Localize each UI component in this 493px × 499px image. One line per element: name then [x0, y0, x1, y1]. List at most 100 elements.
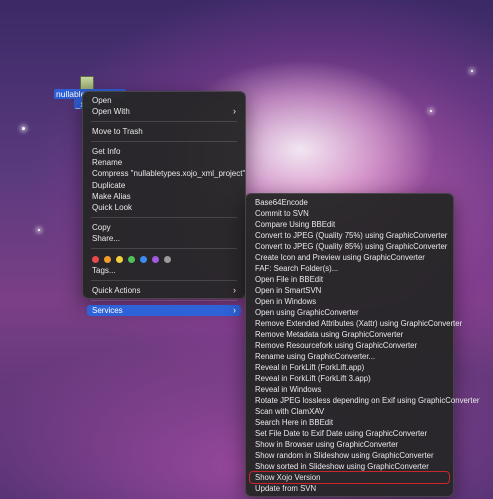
services-item[interactable]: Set File Date to Exif Date using Graphic…	[250, 428, 449, 439]
menu-separator	[91, 121, 237, 123]
services-item-label: Show in Browser using GraphicConverter	[255, 440, 399, 449]
services-item-label: Open using GraphicConverter	[255, 308, 359, 317]
services-item[interactable]: Compare Using BBEdit	[250, 219, 449, 230]
services-submenu: Base64Encode Commit to SVN Compare Using B…	[245, 193, 480, 497]
services-item-label: Convert to JPEG (Quality 75%) using Grap…	[255, 231, 448, 240]
services-item-label: Compare Using BBEdit	[255, 220, 336, 229]
menu-item-label: Quick Look	[92, 202, 133, 212]
menu-item-label: Tags...	[92, 266, 116, 276]
menu-item-quick-actions[interactable]: Quick Actions ›	[87, 285, 241, 296]
services-item-label: Show sorted in Slideshow using GraphicCo…	[255, 462, 429, 471]
services-item-label: Open in Windows	[255, 297, 317, 306]
services-item-label: Rotate JPEG lossless depending on Exif u…	[255, 396, 480, 405]
menu-item-tags[interactable]: Tags...	[87, 265, 241, 276]
services-item-label: Remove Resourcefork using GraphicConvert…	[255, 341, 418, 350]
services-item[interactable]: Rotate JPEG lossless depending on Exif u…	[250, 395, 480, 406]
services-item[interactable]: Remove Metadata using GraphicConverter	[250, 329, 449, 340]
services-item[interactable]: Open in Windows	[250, 296, 449, 307]
chevron-right-icon: ›	[233, 305, 236, 316]
services-item[interactable]: Convert to JPEG (Quality 85%) using Grap…	[250, 241, 449, 252]
services-item[interactable]: Reveal in ForkLift (ForkLift.app)	[250, 362, 449, 373]
menu-item-label: Services	[92, 306, 123, 316]
services-item-label: Update from SVN	[255, 484, 317, 493]
services-item-label: Set File Date to Exif Date using Graphic…	[255, 429, 428, 438]
chevron-right-icon: ›	[233, 106, 236, 117]
menu-item-label: Get Info	[92, 147, 121, 157]
tag-color-dot[interactable]	[152, 255, 159, 263]
services-item[interactable]: Base64Encode	[250, 197, 449, 208]
services-item-label: Show random in Slideshow using GraphicCo…	[255, 451, 434, 460]
menu-item-make-alias[interactable]: Make Alias	[87, 191, 241, 202]
menu-item-label: Make Alias	[92, 191, 131, 201]
services-item[interactable]: Reveal in Windows	[250, 384, 449, 395]
tag-color-dot[interactable]	[116, 255, 123, 263]
services-item[interactable]: Convert to JPEG (Quality 75%) using Grap…	[250, 230, 449, 241]
services-item-label: Create Icon and Preview using GraphicCon…	[255, 253, 425, 262]
services-item-label: Remove Metadata using GraphicConverter	[255, 330, 404, 339]
menu-item-label: Quick Actions	[92, 286, 141, 296]
chevron-right-icon: ›	[233, 285, 236, 296]
services-item-label: Open in SmartSVN	[255, 286, 322, 295]
services-item[interactable]: FAF: Search Folder(s)...	[250, 263, 449, 274]
menu-item-services[interactable]: Services ›	[87, 305, 241, 317]
services-item[interactable]: Open in SmartSVN	[250, 285, 449, 296]
menu-item-open-with[interactable]: Open With ›	[87, 106, 241, 117]
menu-item-compress[interactable]: Compress "nullabletypes.xojo_xml_project…	[87, 168, 245, 179]
services-item-label: Open File in BBEdit	[255, 275, 324, 284]
services-item-label: Reveal in ForkLift (ForkLift 3.app)	[255, 374, 371, 383]
tag-color-dot[interactable]	[104, 255, 111, 263]
menu-item-copy[interactable]: Copy	[87, 222, 241, 233]
services-item[interactable]: Search Here in BBEdit	[250, 417, 449, 428]
menu-item-move-to-trash[interactable]: Move to Trash	[87, 126, 241, 137]
services-item-label: FAF: Search Folder(s)...	[255, 264, 339, 273]
services-item[interactable]: Show random in Slideshow using GraphicCo…	[250, 450, 449, 461]
menu-item-label: Duplicate	[92, 180, 126, 190]
services-item[interactable]: Remove Resourcefork using GraphicConvert…	[250, 340, 449, 351]
services-item-label: Reveal in Windows	[255, 385, 322, 394]
services-item[interactable]: Open File in BBEdit	[250, 274, 449, 285]
star	[38, 229, 40, 231]
star	[22, 127, 25, 130]
tag-color-row	[87, 253, 241, 265]
services-item-label: Search Here in BBEdit	[255, 418, 334, 427]
services-item[interactable]: Show Xojo Version	[249, 471, 450, 484]
tag-color-dot[interactable]	[140, 255, 147, 263]
menu-separator	[91, 248, 237, 250]
services-item[interactable]: Show in Browser using GraphicConverter	[250, 439, 449, 450]
services-item-label: Convert to JPEG (Quality 85%) using Grap…	[255, 242, 448, 251]
services-item[interactable]: Open using GraphicConverter	[250, 307, 449, 318]
tag-color-dot[interactable]	[92, 255, 99, 263]
services-item[interactable]: Commit to SVN	[250, 208, 449, 219]
star	[430, 110, 432, 112]
services-item-label: Commit to SVN	[255, 209, 309, 218]
menu-item-label: Share...	[92, 233, 121, 243]
menu-item-quick-look[interactable]: Quick Look	[87, 202, 241, 213]
menu-item-label: Move to Trash	[92, 127, 143, 137]
menu-item-label: Copy	[92, 222, 111, 232]
menu-item-label: Open With	[92, 107, 130, 117]
tag-color-dot[interactable]	[128, 255, 135, 263]
services-item[interactable]: Reveal in ForkLift (ForkLift 3.app)	[250, 373, 449, 384]
services-item-label: Show Xojo Version	[255, 473, 321, 482]
services-item[interactable]: Remove Extended Attributes (Xattr) using…	[250, 318, 462, 329]
services-item[interactable]: Scan with ClamXAV	[250, 406, 449, 417]
menu-item-share[interactable]: Share...	[87, 233, 241, 244]
services-item[interactable]: Show sorted in Slideshow using GraphicCo…	[250, 461, 449, 472]
menu-separator	[91, 216, 237, 218]
menu-separator	[91, 300, 237, 302]
tag-color-dot[interactable]	[164, 255, 171, 263]
menu-item-rename[interactable]: Rename	[87, 157, 241, 168]
services-item-label: Reveal in ForkLift (ForkLift.app)	[255, 363, 365, 372]
menu-item-get-info[interactable]: Get Info	[87, 146, 241, 157]
services-item-label: Rename using GraphicConverter...	[255, 352, 376, 361]
menu-item-label: Rename	[92, 158, 123, 168]
services-item[interactable]: Update from SVN	[250, 483, 449, 494]
services-item[interactable]: Rename using GraphicConverter...	[250, 351, 449, 362]
menu-item-label: Open	[92, 96, 112, 105]
menu-item-duplicate[interactable]: Duplicate	[87, 180, 241, 191]
services-item-label: Remove Extended Attributes (Xattr) using…	[255, 319, 463, 328]
services-item[interactable]: Create Icon and Preview using GraphicCon…	[250, 252, 449, 263]
context-menu: Open Open With › Move to Trash Get Info R…	[82, 91, 246, 317]
menu-item-open[interactable]: Open	[87, 95, 241, 106]
menu-separator	[91, 141, 237, 143]
